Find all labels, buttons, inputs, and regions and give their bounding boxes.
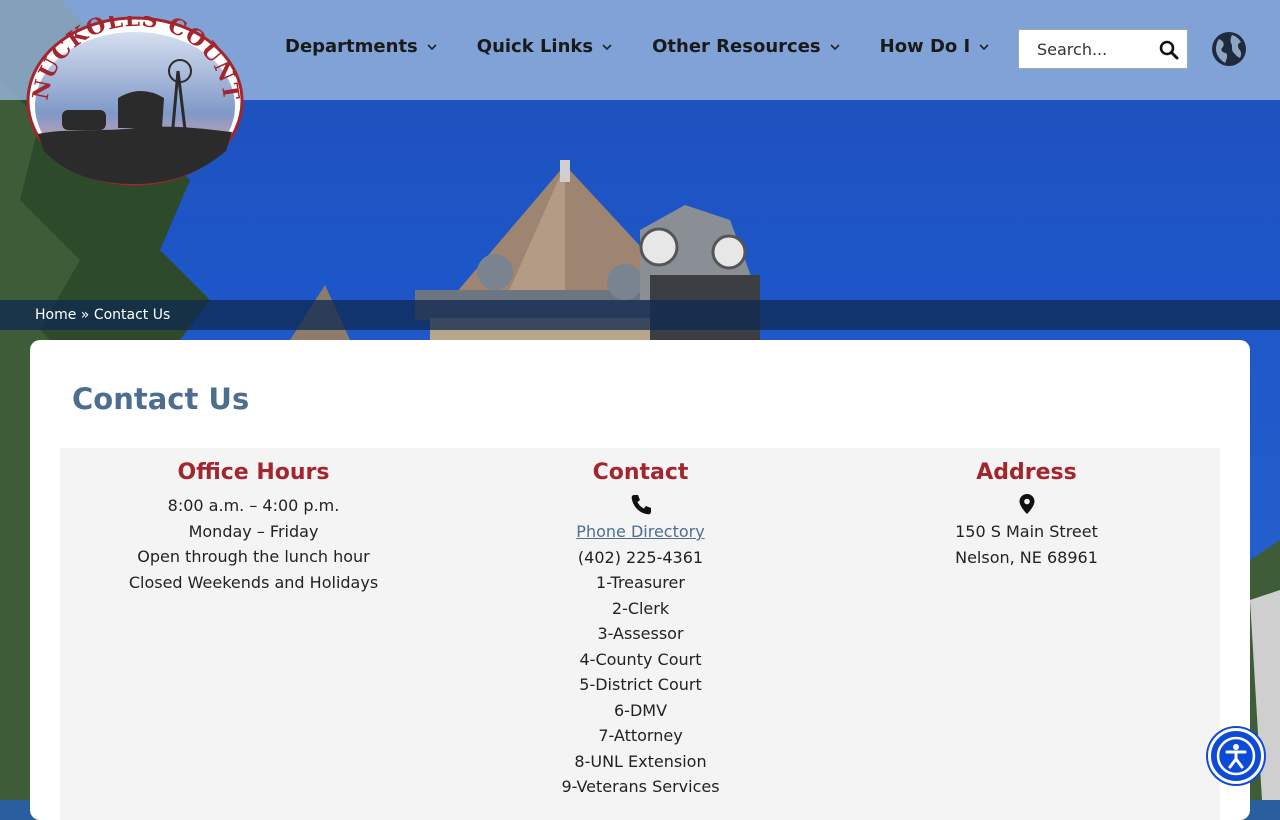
phone-number: (402) 225-4361 <box>577 547 704 567</box>
main-nav: Departments Quick Links Other Resources … <box>285 36 1029 57</box>
search-input[interactable] <box>1035 38 1159 60</box>
breadcrumb: Home » Contact Us <box>0 300 1280 330</box>
globe-icon[interactable] <box>1211 31 1247 67</box>
extension-item: 6-DMV <box>613 700 668 720</box>
search-box <box>1018 29 1188 69</box>
contact-column: Contact Phone Directory (402) 225-4361 1… <box>447 448 834 800</box>
hours-line: Open through the lunch hour <box>137 547 370 566</box>
address-line: 150 S Main Street <box>955 522 1098 541</box>
extension-item: 5-District Court <box>579 675 702 694</box>
extension-item: 9-Veterans Services <box>561 777 720 796</box>
extension-item: 7-Attorney <box>598 726 683 745</box>
nav-departments[interactable]: Departments <box>285 36 437 57</box>
chevron-down-icon <box>602 43 612 50</box>
chevron-down-icon <box>830 43 840 50</box>
search-icon[interactable] <box>1159 40 1179 60</box>
extension-item: 4-County Court <box>579 649 702 669</box>
address-line: Nelson, NE 68961 <box>955 547 1098 567</box>
extension-item: 8-UNL Extension <box>574 751 707 771</box>
accessibility-button[interactable] <box>1208 728 1264 784</box>
hours-line: 8:00 a.m. – 4:00 p.m. <box>167 496 340 515</box>
address-heading: Address <box>976 460 1077 485</box>
office-hours-column: Office Hours 8:00 a.m. – 4:00 p.m. Monda… <box>60 448 447 595</box>
accessibility-icon <box>1216 736 1256 776</box>
phone-icon <box>631 495 651 515</box>
content-card: Contact Us Office Hours 8:00 a.m. – 4:00… <box>30 340 1250 820</box>
nav-how-do-i[interactable]: How Do I <box>880 36 990 57</box>
county-logo[interactable]: NUCKOLLS COUNTY <box>26 16 244 186</box>
breadcrumb-current: Contact Us <box>93 307 171 323</box>
contact-panel: Office Hours 8:00 a.m. – 4:00 p.m. Monda… <box>60 448 1220 820</box>
address-column: Address 150 S Main Street Nelson, NE 689… <box>833 448 1220 570</box>
contact-heading: Contact <box>592 460 689 485</box>
hours-line: Closed Weekends and Holidays <box>128 572 379 592</box>
breadcrumb-separator: » <box>80 307 90 323</box>
extension-item: 1-Treasurer <box>596 573 685 592</box>
chevron-down-icon <box>979 43 989 50</box>
extension-item: 3-Assessor <box>597 624 684 643</box>
page-title: Contact Us <box>72 382 250 416</box>
phone-directory-link[interactable]: Phone Directory <box>576 522 704 541</box>
map-pin-icon <box>1019 494 1034 514</box>
nav-other-resources[interactable]: Other Resources <box>652 36 840 57</box>
nav-quick-links[interactable]: Quick Links <box>477 36 612 57</box>
chevron-down-icon <box>427 43 437 50</box>
office-hours-heading: Office Hours <box>177 460 330 485</box>
breadcrumb-home[interactable]: Home <box>35 307 76 323</box>
hours-line: Monday – Friday <box>188 521 319 541</box>
extension-item: 2-Clerk <box>611 598 670 618</box>
